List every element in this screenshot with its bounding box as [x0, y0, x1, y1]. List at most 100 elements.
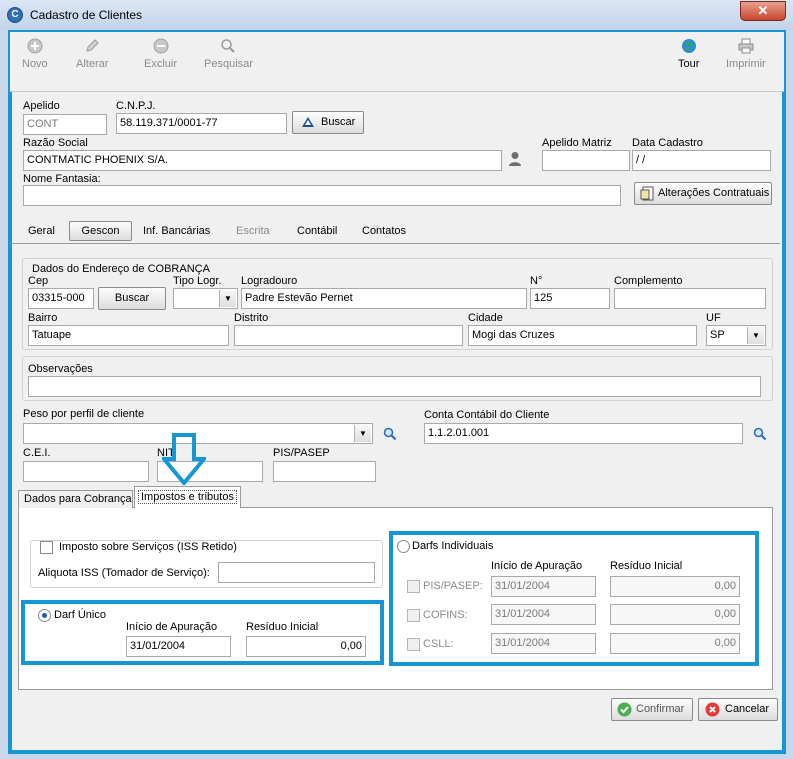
data-cadastro-label: Data Cadastro: [632, 137, 703, 149]
tour-button[interactable]: Tour: [678, 36, 699, 70]
tour-label: Tour: [678, 58, 700, 70]
cnpj-buscar-label: Buscar: [321, 116, 356, 128]
close-button[interactable]: ✕: [740, 1, 786, 21]
tab-dados-cobranca[interactable]: Dados para Cobrança: [18, 490, 133, 508]
imprimir-button[interactable]: Imprimir: [726, 36, 766, 70]
observacoes-label: Observações: [28, 363, 93, 375]
darf-unico-radio[interactable]: [38, 609, 51, 622]
tab-inf-bancarias[interactable]: Inf. Bancárias: [143, 225, 210, 237]
tab-impostos-label: Impostos e tributos: [138, 490, 237, 504]
darf-unico-label: Darf Único: [54, 609, 106, 621]
fantasia-field[interactable]: [23, 185, 621, 206]
printer-icon: [738, 38, 754, 54]
bairro-label: Bairro: [28, 312, 58, 324]
iss-label: Imposto sobre Serviços (ISS Retido): [57, 541, 239, 553]
conta-search-icon[interactable]: [753, 427, 767, 441]
darfs-individuais-label: Darfs Individuais: [412, 540, 494, 552]
bairro-field[interactable]: Tatuape: [28, 325, 229, 346]
cofins-checkbox[interactable]: [407, 609, 420, 622]
cep-field[interactable]: 03315-000: [28, 288, 94, 309]
excluir-label: Excluir: [144, 58, 178, 70]
cidade-label: Cidade: [468, 312, 503, 324]
darf-residuo-label: Resíduo Inicial: [246, 621, 319, 633]
iss-checkbox[interactable]: [40, 541, 53, 554]
conta-label: Conta Contábil do Cliente: [424, 409, 550, 421]
pesquisar-button[interactable]: Pesquisar: [204, 36, 253, 70]
apelido-label: Apelido: [23, 100, 60, 112]
data-cadastro-field[interactable]: / /: [632, 150, 771, 171]
distrito-field[interactable]: [234, 325, 463, 346]
uf-select[interactable]: SP ▼: [706, 325, 766, 346]
cnpj-field[interactable]: 58.119.371/0001-77: [116, 113, 287, 134]
pis-checkbox[interactable]: [407, 580, 420, 593]
magnifier-icon: [221, 39, 236, 53]
cofins-residuo-field[interactable]: 0,00: [610, 604, 740, 625]
cidade-field[interactable]: Mogi das Cruzes: [468, 325, 697, 346]
tipo-logr-select[interactable]: ▼: [173, 288, 238, 309]
cofins-inicio-field[interactable]: 31/01/2004: [491, 604, 596, 625]
darf-residuo-field[interactable]: 0,00: [246, 636, 366, 657]
confirmar-button[interactable]: Confirmar: [611, 698, 693, 721]
ind-residuo-label: Resíduo Inicial: [610, 560, 683, 572]
tab-escrita: Escrita: [236, 225, 270, 237]
cancelar-button[interactable]: Cancelar: [698, 698, 778, 721]
csll-inicio-field[interactable]: 31/01/2004: [491, 633, 596, 654]
arrow-down-icon: [162, 433, 206, 485]
aliquota-label: Aliquota ISS (Tomador de Serviço):: [38, 567, 210, 579]
window-title: Cadastro de Clientes: [30, 8, 143, 22]
cep-label: Cep: [28, 275, 49, 287]
alterar-label: Alterar: [76, 58, 109, 70]
tipo-logr-label: Tipo Logr.: [173, 275, 222, 287]
tab-impostos[interactable]: Impostos e tributos: [134, 486, 241, 508]
apelido-matriz-label: Apelido Matriz: [542, 137, 612, 149]
globe-icon: [681, 39, 696, 53]
apelido-field[interactable]: CONT: [23, 114, 107, 135]
peso-label: Peso por perfil de cliente: [23, 408, 145, 420]
alteracoes-button[interactable]: Alterações Contratuais: [634, 182, 772, 205]
cei-field[interactable]: [23, 461, 149, 482]
csll-row-label: CSLL:: [423, 638, 454, 650]
complemento-label: Complemento: [614, 275, 683, 287]
novo-button[interactable]: Novo: [22, 36, 48, 70]
darfs-individuais-radio[interactable]: [397, 540, 410, 553]
numero-field[interactable]: 125: [530, 288, 610, 309]
csll-residuo-field[interactable]: 0,00: [610, 633, 740, 654]
tab-contatos[interactable]: Contatos: [362, 225, 406, 237]
cancel-icon: [705, 702, 720, 717]
apelido-matriz-field[interactable]: [542, 150, 630, 171]
observacoes-field[interactable]: [28, 376, 761, 397]
document-icon: [640, 186, 654, 201]
pis-field[interactable]: [273, 461, 376, 482]
person-icon[interactable]: [508, 151, 522, 167]
fantasia-label: Nome Fantasia:: [23, 173, 101, 185]
imprimir-label: Imprimir: [726, 58, 766, 70]
pencil-icon: [86, 39, 99, 52]
csll-checkbox[interactable]: [407, 638, 420, 651]
logradouro-field[interactable]: Padre Estevão Pernet: [241, 288, 527, 309]
logradouro-label: Logradouro: [241, 275, 298, 287]
pis-inicio-field[interactable]: 31/01/2004: [491, 576, 596, 597]
cei-label: C.E.I.: [23, 447, 51, 459]
aliquota-field[interactable]: [218, 562, 375, 583]
peso-search-icon[interactable]: [383, 427, 397, 441]
cnpj-buscar-button[interactable]: Buscar: [292, 111, 364, 134]
alterar-button[interactable]: Alterar: [76, 36, 108, 70]
darf-inicio-field[interactable]: 31/01/2004: [126, 636, 231, 657]
razao-field[interactable]: CONTMATIC PHOENIX S/A.: [23, 150, 502, 171]
pis-residuo-field[interactable]: 0,00: [610, 576, 740, 597]
razao-label: Razão Social: [23, 137, 88, 149]
excluir-button[interactable]: Excluir: [144, 36, 177, 70]
tab-geral[interactable]: Geral: [28, 225, 55, 237]
pis-label: PIS/PASEP: [273, 447, 330, 459]
tab-gescon[interactable]: Gescon: [69, 221, 132, 241]
tab-contabil[interactable]: Contábil: [297, 225, 337, 237]
cep-buscar-button[interactable]: Buscar: [98, 287, 166, 310]
complemento-field[interactable]: [614, 288, 766, 309]
ind-inicio-label: Início de Apuração: [491, 560, 583, 572]
conta-field[interactable]: 1.1.2.01.001: [424, 423, 743, 444]
pis-row-label: PIS/PASEP:: [423, 580, 483, 592]
uf-label: UF: [706, 312, 721, 324]
chevron-down-icon: ▼: [219, 290, 236, 307]
toolbar: Novo Alterar Excluir Pesquisar Tour Impr…: [10, 32, 784, 92]
uf-value: SP: [710, 329, 725, 341]
